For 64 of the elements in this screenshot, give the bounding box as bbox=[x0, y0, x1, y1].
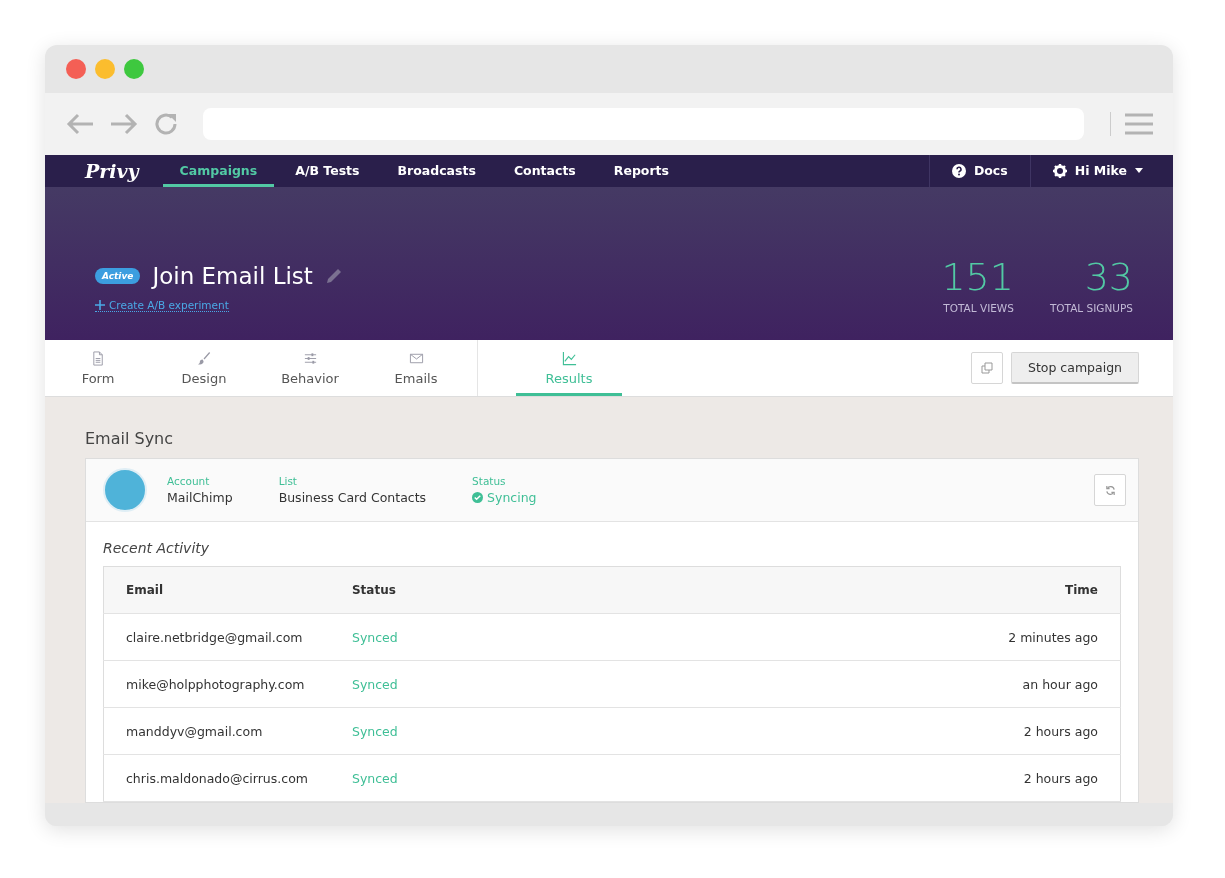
reload-icon[interactable] bbox=[153, 111, 179, 137]
field-value: Syncing bbox=[487, 490, 537, 505]
brush-icon bbox=[196, 350, 212, 366]
field-label: Account bbox=[167, 475, 211, 487]
refresh-button[interactable] bbox=[1094, 474, 1126, 506]
nav-tab[interactable]: Contacts bbox=[496, 155, 593, 187]
campaign-title: Join Email List bbox=[152, 263, 313, 290]
subsection-title: Recent Activity bbox=[103, 540, 211, 556]
stat-value: 151 bbox=[941, 258, 1014, 297]
forward-icon[interactable] bbox=[109, 112, 139, 136]
table-cell: 2 hours ago bbox=[646, 707, 1121, 755]
stat-label: TOTAL SIGNUPS bbox=[1049, 302, 1133, 315]
create-ab-link[interactable]: Create A/B experiment bbox=[95, 299, 229, 313]
plus-icon bbox=[95, 300, 105, 311]
table-cell: Synced bbox=[329, 707, 647, 755]
help-icon bbox=[951, 163, 966, 178]
column-header: Time bbox=[646, 566, 1121, 614]
editor-tab[interactable]: Design bbox=[151, 340, 257, 396]
table-cell: 2 hours ago bbox=[646, 754, 1121, 802]
column-header: Email bbox=[103, 566, 330, 614]
table-cell: Synced bbox=[329, 754, 647, 802]
logo[interactable]: Privy bbox=[45, 155, 161, 187]
minimize-button[interactable] bbox=[95, 59, 115, 79]
document-icon bbox=[90, 350, 106, 366]
editor-tab[interactable]: Form bbox=[45, 340, 151, 396]
field-value: MailChimp bbox=[167, 490, 233, 505]
check-icon bbox=[472, 492, 484, 503]
table-cell: manddyv@gmail.com bbox=[103, 707, 330, 755]
nav-tab[interactable]: A/B Tests bbox=[278, 155, 377, 187]
editor-tab[interactable]: Emails bbox=[363, 340, 469, 396]
caret-icon bbox=[1135, 168, 1143, 174]
stat-label: TOTAL VIEWS bbox=[942, 302, 1014, 315]
column-header: Status bbox=[329, 566, 647, 614]
table-cell: an hour ago bbox=[646, 660, 1121, 708]
sliders-icon bbox=[302, 350, 318, 366]
back-icon[interactable] bbox=[65, 112, 95, 136]
status-badge: Active bbox=[95, 268, 141, 285]
user-menu[interactable]: Hi Mike bbox=[1074, 163, 1127, 179]
stat-value: 33 bbox=[1083, 258, 1133, 297]
table-cell: Synced bbox=[329, 613, 647, 661]
table-cell: mike@holpphotography.com bbox=[103, 660, 330, 708]
account-avatar bbox=[103, 468, 147, 512]
refresh-icon bbox=[1104, 484, 1116, 496]
close-button[interactable] bbox=[66, 59, 86, 79]
docs-link[interactable]: Docs bbox=[973, 163, 1008, 179]
menu-icon[interactable] bbox=[1125, 113, 1153, 135]
table-cell: 2 minutes ago bbox=[646, 613, 1121, 661]
table-cell: Synced bbox=[329, 660, 647, 708]
settings-icon bbox=[1052, 163, 1067, 178]
copy-icon bbox=[980, 362, 993, 375]
nav-tab[interactable]: Reports bbox=[596, 155, 687, 187]
field-label: Status bbox=[472, 475, 507, 487]
editor-tab[interactable]: Behavior bbox=[257, 340, 363, 396]
nav-tab[interactable]: Broadcasts bbox=[380, 155, 493, 187]
field-label: List bbox=[278, 475, 298, 487]
chart-icon bbox=[561, 350, 577, 366]
section-title: Email Sync bbox=[85, 429, 175, 448]
table-cell: chris.maldonado@cirrus.com bbox=[103, 754, 330, 802]
pencil-icon[interactable] bbox=[324, 267, 343, 286]
table-cell: claire.netbridge@gmail.com bbox=[103, 613, 330, 661]
maximize-button[interactable] bbox=[124, 59, 144, 79]
duplicate-button[interactable] bbox=[970, 352, 1003, 385]
field-value: Business Card Contacts bbox=[278, 490, 427, 505]
stop-campaign-button[interactable]: Stop campaign bbox=[1010, 352, 1139, 385]
